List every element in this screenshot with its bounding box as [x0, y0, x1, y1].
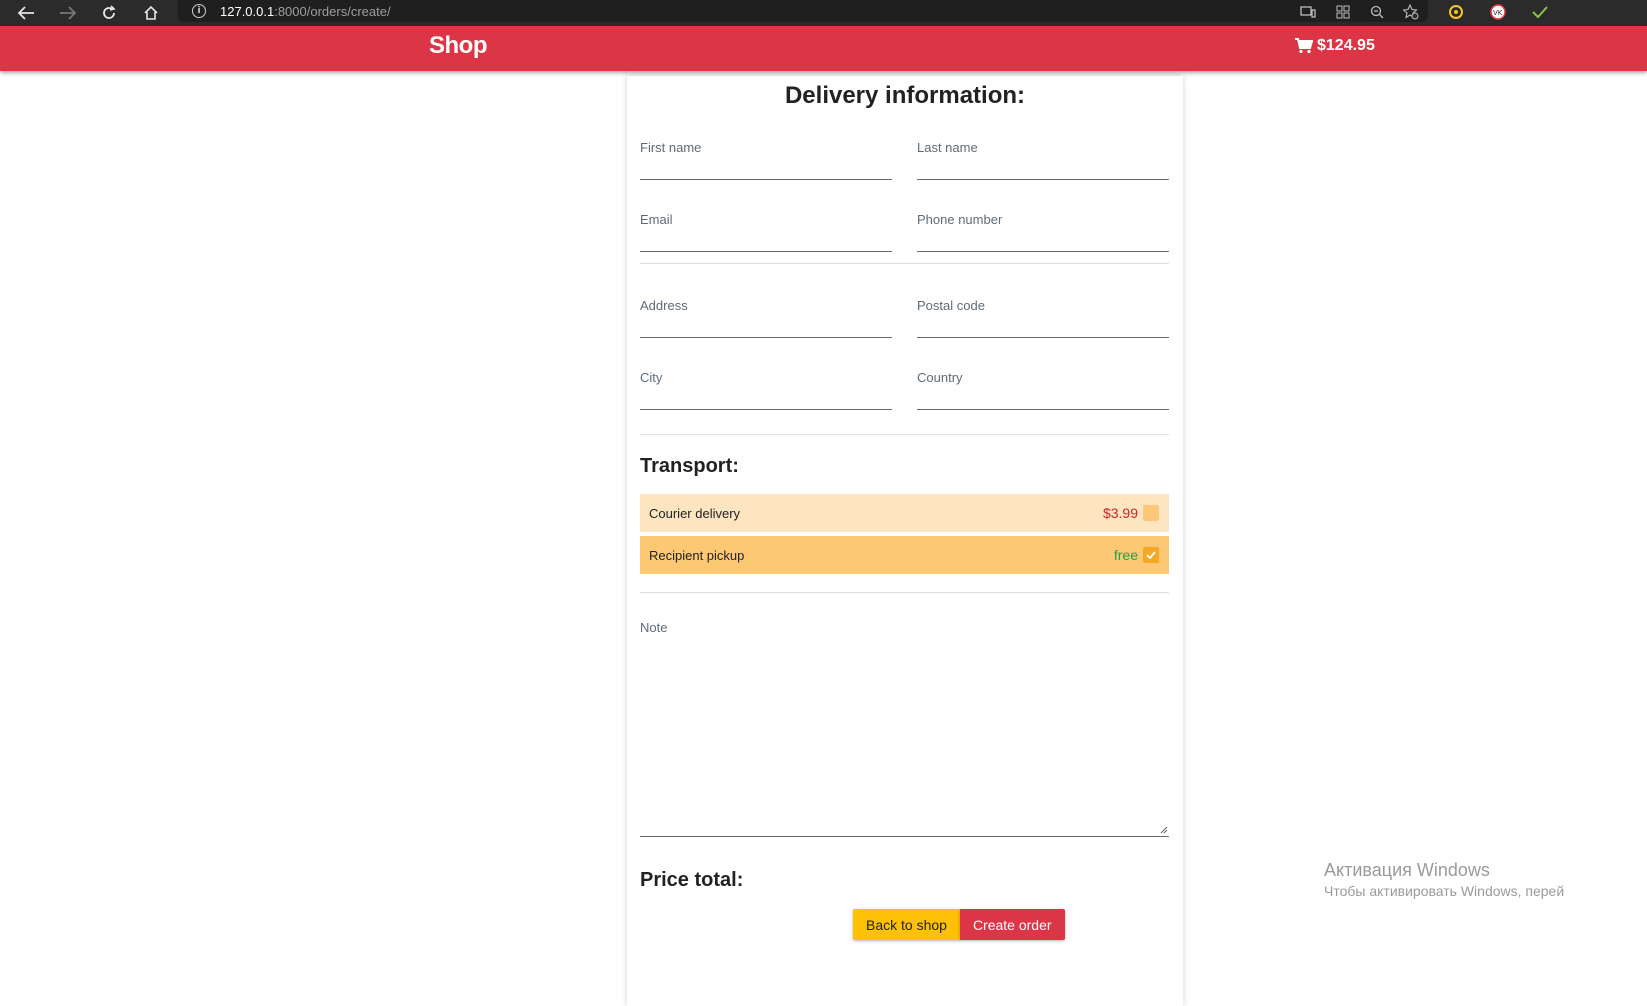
price-total-title: Price total: — [640, 869, 744, 891]
city-field[interactable]: City — [640, 370, 892, 410]
email-field[interactable]: Email — [640, 212, 892, 252]
resize-handle-icon[interactable] — [1160, 826, 1168, 834]
phone-field[interactable]: Phone number — [917, 212, 1169, 252]
email-label: Email — [640, 212, 673, 227]
postal-code-label: Postal code — [917, 298, 985, 313]
add-favorite-star-icon[interactable] — [1401, 2, 1421, 22]
section-divider — [640, 434, 1169, 435]
watermark-subtitle: Чтобы активировать Windows, перей — [1324, 883, 1565, 899]
phone-label: Phone number — [917, 212, 1003, 227]
first-name-field[interactable]: First name — [640, 140, 892, 180]
first-name-label: First name — [640, 140, 702, 155]
forward-arrow-icon[interactable] — [53, 0, 83, 26]
recipient-pickup-price: free — [1113, 547, 1138, 563]
zoom-out-icon[interactable] — [1367, 2, 1387, 22]
apps-grid-icon[interactable] — [1333, 2, 1353, 22]
recipient-pickup-option[interactable]: Recipient pickup free — [640, 536, 1169, 574]
postal-code-field[interactable]: Postal code — [917, 298, 1169, 338]
checkmark-icon — [1146, 551, 1156, 559]
reload-icon[interactable] — [94, 0, 124, 26]
vk-extension-icon[interactable]: VK — [1488, 2, 1508, 22]
city-label: City — [640, 370, 663, 385]
country-label: Country — [917, 370, 963, 385]
url-host: 127.0.0.1 — [220, 3, 275, 19]
address-field[interactable]: Address — [640, 298, 892, 338]
extension-coin-icon[interactable] — [1446, 2, 1466, 22]
section-divider — [640, 263, 1169, 264]
form-actions: Back to shop Create order — [853, 909, 1065, 940]
order-form-card: Delivery information: First name Last na… — [627, 76, 1183, 1006]
recipient-pickup-checkbox[interactable] — [1143, 547, 1159, 563]
note-label: Note — [640, 620, 668, 635]
last-name-label: Last name — [917, 140, 978, 155]
courier-delivery-checkbox[interactable] — [1143, 505, 1159, 521]
recipient-pickup-label: Recipient pickup — [649, 547, 745, 563]
site-info-icon[interactable]: i — [192, 4, 206, 18]
browser-toolbar: i 127.0.0.1:8000/orders/create/ VK — [0, 0, 1647, 26]
note-textarea[interactable]: Note — [640, 612, 1169, 837]
windows-activation-watermark: Активация Windows Чтобы активировать Win… — [1324, 860, 1564, 899]
site-header: Shop $124.95 — [0, 26, 1647, 71]
checkmark-extension-icon[interactable] — [1530, 2, 1550, 22]
courier-delivery-option[interactable]: Courier delivery $3.99 — [640, 494, 1169, 532]
url-text: 127.0.0.1:8000/orders/create/ — [220, 4, 391, 19]
cart-total: $124.95 — [1317, 37, 1375, 54]
watermark-title: Активация Windows — [1324, 860, 1490, 880]
create-order-button[interactable]: Create order — [959, 909, 1065, 940]
address-label: Address — [640, 298, 688, 313]
page-title: Delivery information: — [784, 82, 1026, 109]
back-to-shop-button[interactable]: Back to shop — [853, 909, 960, 940]
last-name-field[interactable]: Last name — [917, 140, 1169, 180]
url-path: :8000/orders/create/ — [274, 3, 391, 19]
address-bar[interactable]: i 127.0.0.1:8000/orders/create/ — [178, 0, 1428, 22]
country-field[interactable]: Country — [917, 370, 1169, 410]
courier-delivery-label: Courier delivery — [649, 505, 741, 521]
transport-title: Transport: — [640, 455, 739, 477]
svg-text:VK: VK — [1493, 9, 1503, 17]
section-divider — [640, 592, 1169, 593]
shopping-cart-icon — [1295, 38, 1313, 54]
cart-summary[interactable]: $124.95 — [1295, 37, 1375, 55]
brand-logo[interactable]: Shop — [429, 32, 488, 60]
back-arrow-icon[interactable] — [11, 0, 41, 26]
courier-delivery-price: $3.99 — [1102, 505, 1138, 521]
devices-icon[interactable] — [1298, 2, 1318, 22]
home-icon[interactable] — [136, 0, 166, 26]
